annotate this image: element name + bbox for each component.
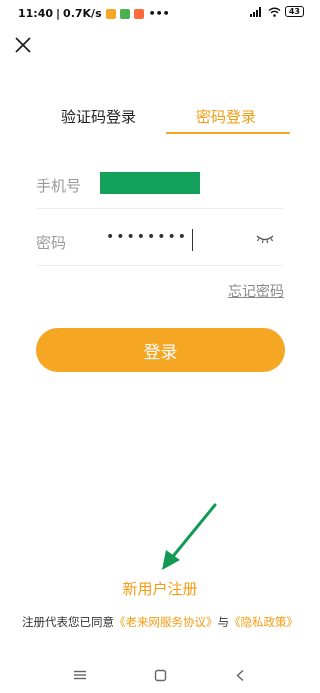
agreement-text: 注册代表您已同意《老来网服务协议》与《隐私政策》: [0, 614, 320, 630]
active-tab-indicator: [166, 132, 290, 134]
home-nav-button[interactable]: [152, 667, 168, 683]
close-button[interactable]: [12, 34, 34, 56]
close-icon: [15, 37, 31, 53]
status-right: 43: [249, 6, 304, 17]
notification-app-icon: [133, 8, 144, 19]
register-link[interactable]: 新用户注册: [0, 578, 320, 599]
back-nav-button[interactable]: [232, 667, 248, 683]
password-field[interactable]: 密码 ••••••••: [36, 221, 284, 266]
notification-download-icon: [119, 8, 130, 19]
status-time: 11:40: [18, 7, 54, 20]
network-speed: 0.7K/s: [63, 7, 102, 20]
more-notifications-icon: •••: [148, 7, 170, 20]
battery-indicator: 43: [284, 6, 304, 17]
forgot-password-link[interactable]: 忘记密码: [228, 281, 284, 301]
eye-closed-icon[interactable]: [256, 233, 274, 245]
password-input-value[interactable]: ••••••••: [106, 229, 188, 245]
password-label: 密码: [36, 234, 67, 252]
phone-label: 手机号: [36, 177, 82, 195]
home-square-icon: [154, 669, 166, 681]
annotation-arrow-icon: [162, 503, 217, 570]
notification-app-icon: [105, 8, 116, 19]
agreement-prefix: 注册代表您已同意: [22, 615, 114, 629]
back-chevron-icon: [236, 669, 244, 681]
privacy-link[interactable]: 《隐私政策》: [229, 615, 298, 629]
system-nav-bar: [0, 657, 320, 693]
terms-link[interactable]: 《老来网服务协议》: [114, 615, 218, 629]
login-button[interactable]: 登录: [36, 328, 285, 372]
menu-nav-button[interactable]: [72, 667, 88, 683]
tab-password-login[interactable]: 密码登录: [196, 106, 256, 127]
phone-redaction-mask: [100, 172, 200, 194]
status-left: 11:40 | 0.7K/s •••: [18, 7, 170, 20]
agreement-and: 与: [217, 615, 230, 629]
signal-icon: [249, 6, 261, 17]
status-bar: 11:40 | 0.7K/s ••• 43: [0, 0, 320, 30]
phone-field[interactable]: 手机号: [36, 164, 284, 209]
text-caret: [192, 229, 193, 251]
tab-sms-login[interactable]: 验证码登录: [61, 106, 136, 127]
wifi-icon: [268, 7, 281, 17]
menu-icon: [74, 670, 86, 680]
